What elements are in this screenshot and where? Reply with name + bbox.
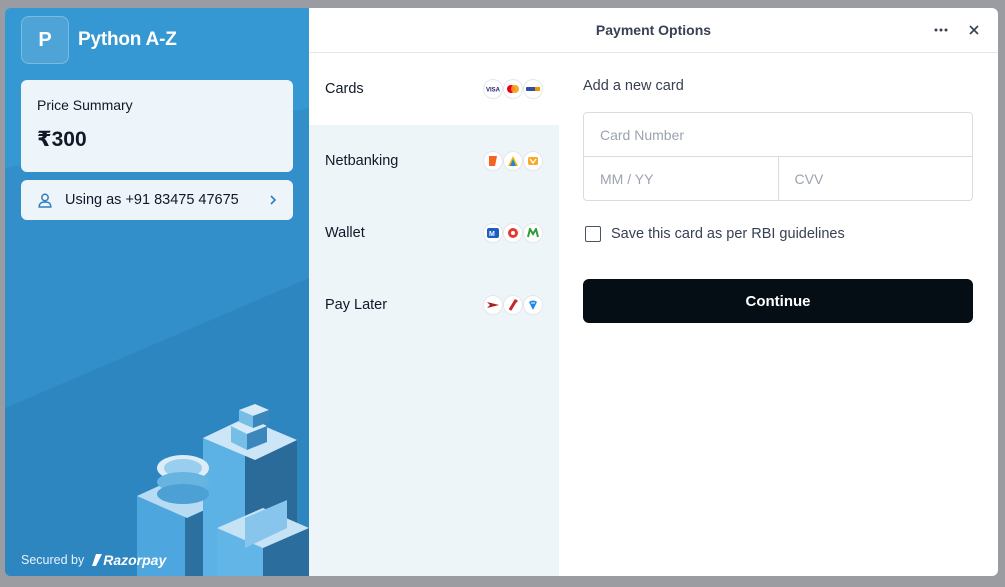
mastercard-icon <box>503 79 523 99</box>
save-card-checkbox[interactable] <box>585 226 601 242</box>
mobikwik-icon: M <box>483 223 503 243</box>
paylater-icon <box>523 295 543 315</box>
close-icon <box>969 25 979 35</box>
method-pay-later[interactable]: Pay Later <box>309 269 559 341</box>
checkout-modal: P Python A-Z Price Summary ₹300 Using as… <box>5 8 998 576</box>
form-title: Add a new card <box>583 78 684 94</box>
method-icons: VISA <box>483 79 543 99</box>
price-summary-card: Price Summary ₹300 <box>21 80 293 172</box>
page-backdrop: P Python A-Z Price Summary ₹300 Using as… <box>0 0 1005 587</box>
razorpay-logo-text: Razorpay <box>103 552 167 568</box>
more-icon <box>934 28 948 32</box>
rupay-icon <box>523 79 543 99</box>
chevron-right-icon <box>267 194 279 206</box>
svg-text:M: M <box>489 231 495 238</box>
razorpay-mark-icon <box>92 554 103 566</box>
method-label: Pay Later <box>325 297 388 313</box>
card-details-row: MM / YY CVV <box>584 156 972 200</box>
method-label: Netbanking <box>325 153 399 169</box>
add-card-form: Add a new card Card Number MM / YY CVV S… <box>583 78 973 323</box>
merchant-header: P Python A-Z <box>21 16 177 64</box>
method-cards[interactable]: Cards VISA <box>309 53 559 125</box>
method-icons <box>483 295 543 315</box>
save-card-label: Save this card as per RBI guidelines <box>611 226 845 242</box>
panel-header: Payment Options <box>309 8 998 53</box>
bank-icon <box>503 151 523 171</box>
freecharge-icon <box>503 223 523 243</box>
price-summary-label: Price Summary <box>37 97 133 113</box>
merchant-name: Python A-Z <box>78 29 177 50</box>
method-icons: M <box>483 223 543 243</box>
razorpay-logo: Razorpay <box>92 552 166 568</box>
svg-text:VISA: VISA <box>486 88 500 93</box>
panel-title: Payment Options <box>595 22 712 38</box>
card-input-group: Card Number MM / YY CVV <box>583 112 973 201</box>
payment-options-panel: Payment Options Cards VISA Netbanking Wa… <box>309 8 998 576</box>
visa-icon: VISA <box>483 79 503 99</box>
user-contact-button[interactable]: Using as +91 83475 47675 <box>21 180 293 220</box>
cvv-input[interactable]: CVV <box>777 157 973 200</box>
secured-by: Secured by Razorpay <box>21 552 166 568</box>
continue-button[interactable]: Continue <box>583 279 973 323</box>
user-contact-text: Using as +91 83475 47675 <box>65 192 239 208</box>
close-button[interactable] <box>964 20 984 40</box>
method-wallet[interactable]: Wallet M <box>309 197 559 269</box>
method-label: Wallet <box>325 225 365 241</box>
bank-icon <box>483 151 503 171</box>
price-amount: ₹300 <box>37 128 87 151</box>
method-label: Cards <box>325 81 364 97</box>
payment-method-list: Cards VISA Netbanking Wallet M Pay Later <box>309 53 559 576</box>
bank-icon <box>523 151 543 171</box>
card-number-input[interactable]: Card Number <box>584 113 972 156</box>
secured-by-text: Secured by <box>21 553 85 567</box>
merchant-panel: P Python A-Z Price Summary ₹300 Using as… <box>5 8 309 576</box>
merchant-logo: P <box>21 16 69 64</box>
method-netbanking[interactable]: Netbanking <box>309 125 559 197</box>
method-icons <box>483 151 543 171</box>
expiry-input[interactable]: MM / YY <box>584 157 778 200</box>
paylater-icon <box>483 295 503 315</box>
user-icon <box>37 192 53 208</box>
paylater-icon <box>503 295 523 315</box>
save-card-option[interactable]: Save this card as per RBI guidelines <box>583 226 973 242</box>
more-options-button[interactable] <box>930 20 952 40</box>
wallet-icon <box>523 223 543 243</box>
